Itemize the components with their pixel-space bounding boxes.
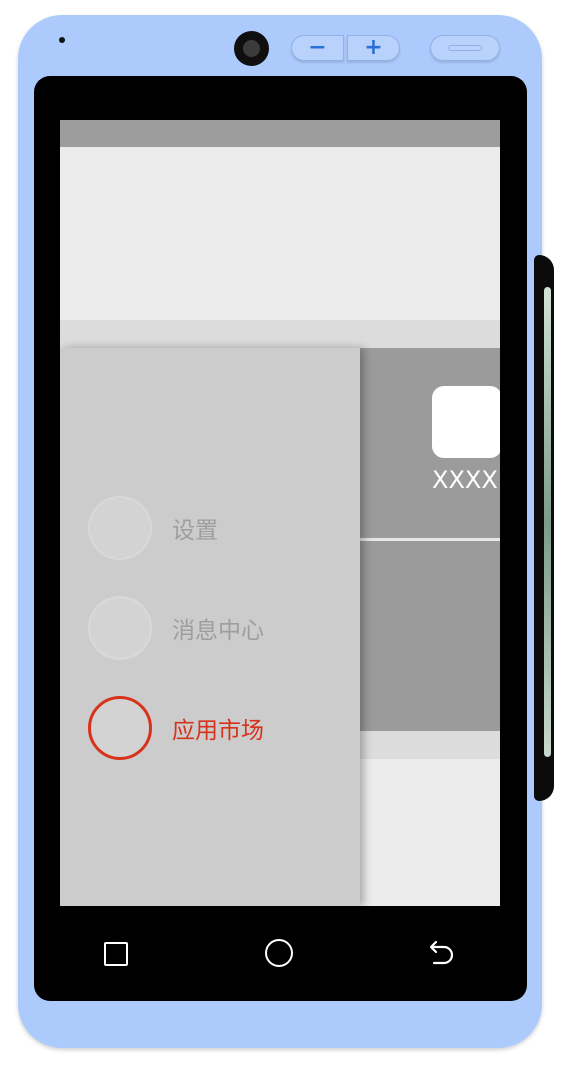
drawer-item-label: 消息中心 <box>172 618 264 644</box>
recent-apps-icon[interactable] <box>104 942 128 966</box>
back-icon[interactable] <box>426 939 458 969</box>
side-button-band <box>534 255 554 801</box>
screen: XXXX 设置 消息中心 应用市场 <box>60 120 500 906</box>
section-divider-top <box>60 320 500 348</box>
app-name-label: XXXX <box>432 466 498 494</box>
power-icon[interactable] <box>430 35 500 61</box>
speaker-icon <box>59 37 65 43</box>
volume-down-button[interactable]: − <box>291 35 344 61</box>
status-bar <box>60 120 500 147</box>
drawer-item-app-market[interactable]: 应用市场 <box>88 696 348 760</box>
drawer-item-message-center[interactable]: 消息中心 <box>88 596 348 660</box>
camera-icon <box>234 31 269 66</box>
drawer-item-settings[interactable]: 设置 <box>88 496 348 560</box>
settings-circle-icon <box>88 496 152 560</box>
volume-up-button[interactable]: + <box>347 35 400 61</box>
home-icon[interactable] <box>265 939 293 967</box>
app-tile[interactable] <box>432 386 500 458</box>
navigation-drawer: 设置 消息中心 应用市场 <box>60 348 360 906</box>
top-panel <box>60 147 500 320</box>
app-market-circle-icon <box>88 696 152 760</box>
navigation-bar <box>60 906 500 1001</box>
side-band-highlight <box>544 287 551 757</box>
drawer-item-label: 设置 <box>172 518 218 544</box>
message-circle-icon <box>88 596 152 660</box>
phone-mockup: − + XXXX 设置 消息中心 应用市场 <box>0 0 572 1072</box>
drawer-item-label: 应用市场 <box>172 718 264 744</box>
